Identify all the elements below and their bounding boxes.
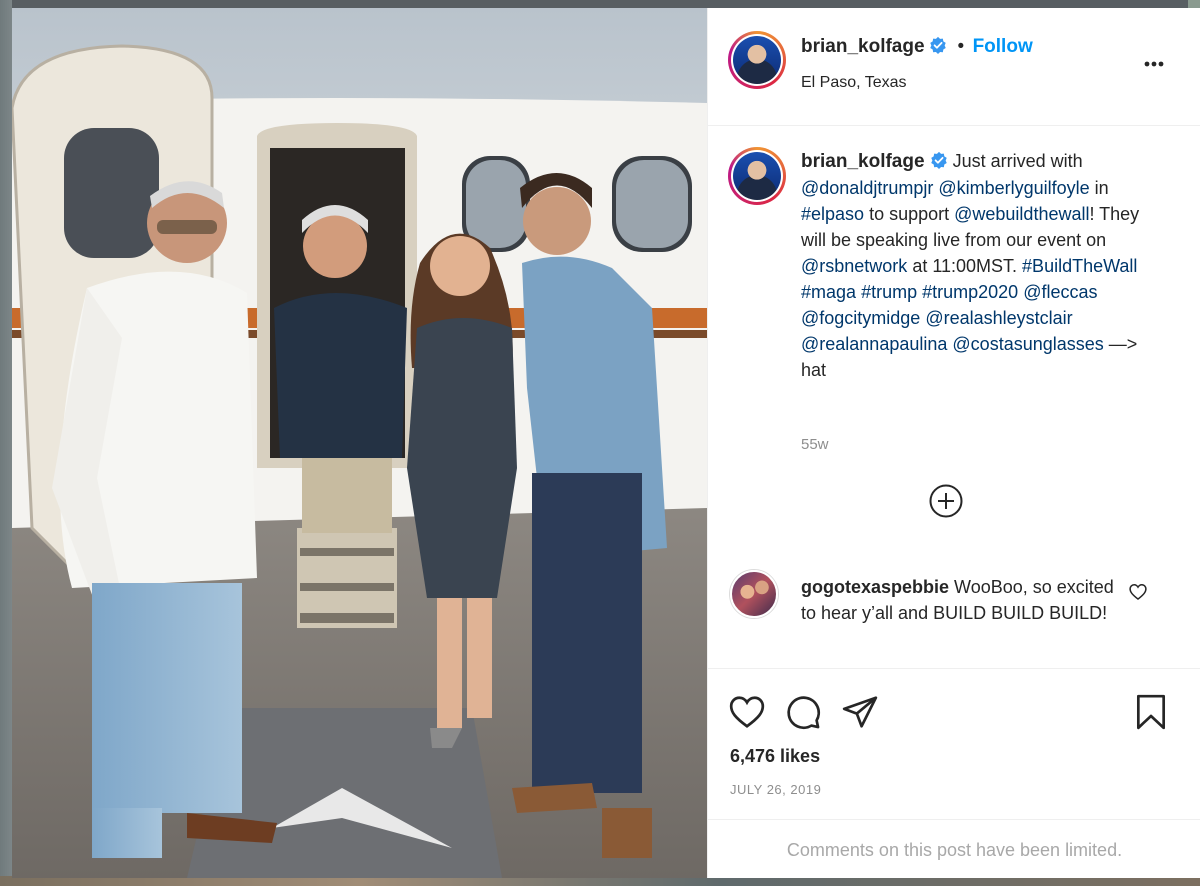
plus-circle-icon[interactable] (928, 483, 964, 519)
profile-picture (733, 36, 781, 84)
bookmark-icon[interactable] (1132, 693, 1170, 731)
hashtag-link[interactable]: #trump (861, 282, 917, 302)
mention-link[interactable]: @webuildthewall (954, 204, 1089, 224)
profile-picture (733, 152, 781, 200)
caption-username[interactable]: brian_kolfage (801, 151, 925, 172)
heart-outline-icon[interactable] (1128, 582, 1148, 602)
comment-body: gogotexaspebbie WooBoo, so excited to he… (801, 574, 1121, 626)
mention-link[interactable]: @costasunglasses (952, 334, 1103, 354)
heart-icon[interactable] (728, 693, 766, 731)
mention-link[interactable]: @rsbnetwork (801, 256, 907, 276)
caption-segment: Just arrived with (952, 151, 1083, 171)
avatar[interactable] (728, 147, 786, 205)
separator-dot: • (957, 36, 965, 57)
post-photo[interactable] (12, 8, 707, 878)
comment-item: gogotexaspebbie WooBoo, so excited to he… (708, 564, 1200, 664)
commenter-avatar[interactable] (730, 570, 778, 618)
location-link[interactable]: El Paso, Texas (801, 74, 907, 92)
follow-button[interactable]: Follow (973, 36, 1033, 57)
commenter-username[interactable]: gogotexaspebbie (801, 577, 949, 597)
avatar[interactable] (728, 31, 786, 89)
comments-limited-notice: Comments on this post have been limited. (708, 819, 1200, 879)
post-header: brian_kolfage • Follow El Paso, Texas (708, 8, 1200, 126)
post-time[interactable]: 55w (801, 436, 829, 453)
post-modal: brian_kolfage • Follow El Paso, Texas br… (12, 8, 1200, 878)
post-details-panel: brian_kolfage • Follow El Paso, Texas br… (707, 8, 1200, 878)
caption-segment: in (1089, 178, 1109, 198)
mention-link[interactable]: @realannapaulina (801, 334, 947, 354)
mention-link[interactable]: @donaldjtrumpjr (801, 178, 933, 198)
post-image (12, 8, 707, 878)
hashtag-link[interactable]: #elpaso (801, 204, 864, 224)
mention-link[interactable]: @realashleystclair (925, 308, 1072, 328)
mention-link[interactable]: @fleccas (1023, 282, 1097, 302)
post-date[interactable]: JULY 26, 2019 (730, 782, 821, 797)
username-link[interactable]: brian_kolfage (801, 36, 925, 57)
post-actions: 6,476 likes JULY 26, 2019 Comments on th… (708, 668, 1200, 878)
verified-badge-icon (930, 36, 946, 54)
verified-badge-icon (930, 151, 947, 169)
header-user-line: brian_kolfage • Follow (801, 36, 1033, 58)
caption-segment: at 11:00MST. (907, 256, 1023, 276)
mention-link[interactable]: @fogcitymidge (801, 308, 920, 328)
hashtag-link[interactable]: #maga (801, 282, 856, 302)
paper-plane-icon[interactable] (841, 693, 879, 731)
caption-text: Just arrived with @donaldjtrumpjr @kimbe… (801, 151, 1139, 380)
comment-bubble-icon[interactable] (784, 693, 822, 731)
caption-segment: to support (864, 204, 955, 224)
hashtag-link[interactable]: #trump2020 (922, 282, 1018, 302)
likes-count[interactable]: 6,476 likes (730, 746, 820, 767)
hashtag-link[interactable]: #BuildTheWall (1022, 256, 1137, 276)
post-caption: brian_kolfage Just arrived with @donaldj… (801, 148, 1161, 383)
more-options-icon[interactable] (1133, 54, 1173, 74)
mention-link[interactable]: @kimberlyguilfoyle (938, 178, 1089, 198)
